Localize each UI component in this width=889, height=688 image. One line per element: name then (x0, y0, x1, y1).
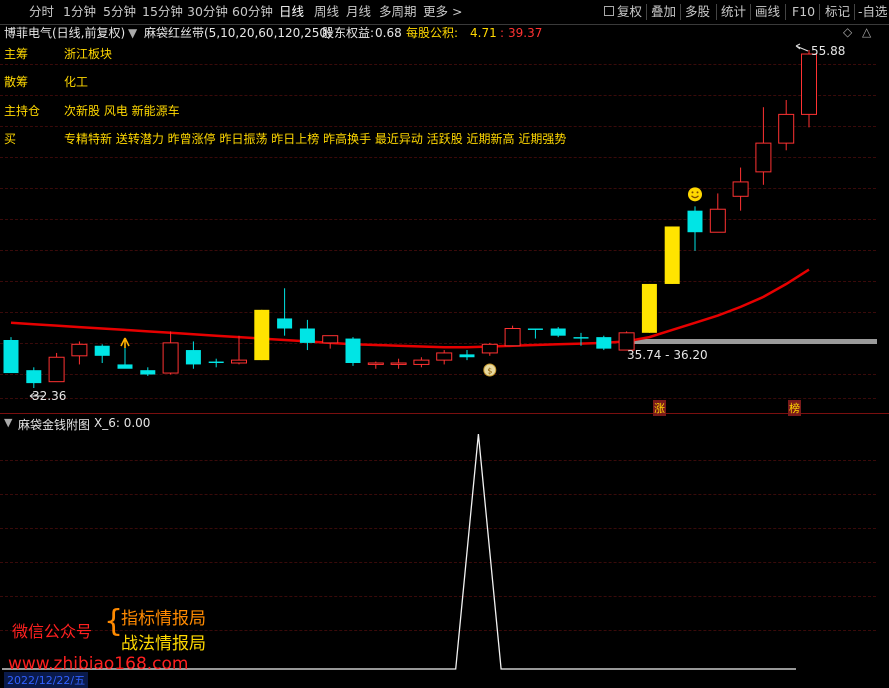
money-bag-symbol: $ (487, 367, 492, 376)
date-label: 2022/12/22/五 (4, 672, 89, 688)
candle-body (504, 328, 521, 347)
sub-panel-title[interactable]: 麻袋金钱附图 (18, 416, 90, 433)
candle-body (732, 181, 749, 197)
support-band (624, 339, 877, 344)
high-arrow-icon (795, 43, 809, 52)
smiley-icon (688, 187, 702, 202)
limit-up-badge: 涨 (653, 400, 666, 416)
candlestick-chart: $ (2, 43, 877, 670)
ma-line (10, 268, 810, 349)
candle-body (367, 362, 384, 365)
candle-body (231, 359, 247, 364)
top-list-badge: 榜 (788, 400, 801, 416)
candle-body (48, 356, 65, 383)
candle-body (778, 113, 795, 144)
candle-body (71, 343, 88, 357)
watermark-wechat: 微信公众号 (12, 622, 93, 641)
candle-body (277, 318, 293, 329)
candle-body (413, 359, 430, 365)
sub-panel-value: X_6: 0.00 (94, 416, 151, 430)
candle-body (596, 337, 612, 349)
person-marker-icon (120, 337, 130, 348)
candle-body (345, 338, 361, 363)
candle-body (254, 309, 270, 361)
watermark-url: www.zhibiao168.com (8, 654, 189, 674)
candle-body (641, 283, 657, 333)
smiley-eye (696, 191, 699, 194)
smiley-eye (691, 191, 694, 194)
candle-body (573, 337, 589, 339)
low-price-label: 32.36 (32, 389, 67, 403)
candle-body (550, 328, 566, 336)
candle-body (664, 226, 680, 284)
watermark-line2: 战法情报局 (121, 634, 206, 654)
candle-body (185, 350, 201, 365)
watermark-line1: 指标情报局 (121, 609, 206, 629)
range-label: 35.74 - 36.20 (627, 348, 708, 362)
candle-body (390, 362, 407, 365)
candle-body (94, 345, 110, 356)
candle-body (322, 335, 339, 344)
high-price-label: 55.88 (811, 44, 846, 58)
candle-body (3, 340, 19, 374)
candle-body (755, 142, 772, 173)
candle-body (299, 328, 315, 343)
candle-body (459, 354, 475, 358)
candle-body (687, 210, 703, 233)
candle-body (26, 370, 42, 384)
candle-body (436, 352, 453, 361)
candle-body (208, 361, 224, 363)
candle-body (117, 364, 133, 369)
sub-panel-dropdown-icon[interactable]: ▼ (4, 416, 12, 429)
candle-body (709, 208, 726, 233)
candle-body (527, 328, 543, 330)
candle-body (140, 370, 156, 375)
candle-body (801, 53, 817, 115)
candle-body (481, 343, 498, 354)
candle-body (162, 342, 179, 374)
